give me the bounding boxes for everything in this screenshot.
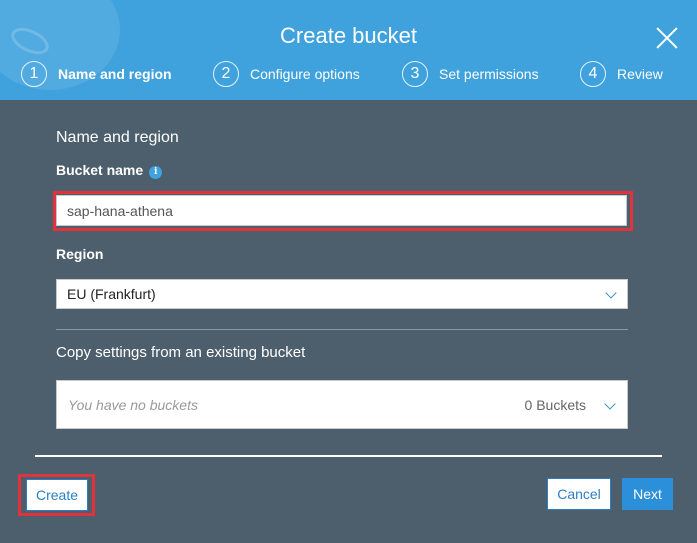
region-label: Region xyxy=(56,246,104,262)
create-button[interactable]: Create xyxy=(26,479,88,511)
copy-bucket-select[interactable]: You have no buckets 0 Buckets xyxy=(56,380,628,429)
dialog-header: Create bucket 1 Name and region 2 Config… xyxy=(0,0,697,100)
close-icon[interactable] xyxy=(655,26,679,50)
step-label: Set permissions xyxy=(439,66,539,82)
copy-bucket-placeholder: You have no buckets xyxy=(68,397,198,413)
bucket-name-label-text: Bucket name xyxy=(56,162,144,178)
step-number: 1 xyxy=(21,61,47,87)
step-number: 2 xyxy=(213,61,239,87)
next-button[interactable]: Next xyxy=(622,478,673,510)
wizard-steps: 1 Name and region 2 Configure options 3 … xyxy=(0,61,697,87)
step-review[interactable]: 4 Review xyxy=(580,61,663,87)
region-select[interactable]: EU (Frankfurt) xyxy=(56,279,628,309)
step-label: Name and region xyxy=(58,66,172,82)
step-name-and-region[interactable]: 1 Name and region xyxy=(21,61,172,87)
step-set-permissions[interactable]: 3 Set permissions xyxy=(402,61,539,87)
chevron-down-icon xyxy=(605,287,617,299)
divider xyxy=(56,329,628,330)
bucket-name-label: Bucket name i xyxy=(56,162,163,179)
step-label: Configure options xyxy=(250,66,360,82)
dialog-title: Create bucket xyxy=(280,23,417,48)
chevron-down-icon xyxy=(604,398,616,410)
bucket-name-input[interactable] xyxy=(56,195,627,226)
region-value: EU (Frankfurt) xyxy=(67,286,156,302)
info-icon[interactable]: i xyxy=(149,165,163,179)
copy-settings-title: Copy settings from an existing bucket xyxy=(56,344,306,361)
step-configure-options[interactable]: 2 Configure options xyxy=(213,61,360,87)
footer-divider xyxy=(35,455,662,457)
bucket-count: 0 Buckets xyxy=(524,397,586,413)
cancel-button[interactable]: Cancel xyxy=(547,478,611,510)
step-number: 4 xyxy=(580,61,606,87)
step-label: Review xyxy=(617,66,663,82)
section-title: Name and region xyxy=(56,129,179,146)
step-number: 3 xyxy=(402,61,428,87)
